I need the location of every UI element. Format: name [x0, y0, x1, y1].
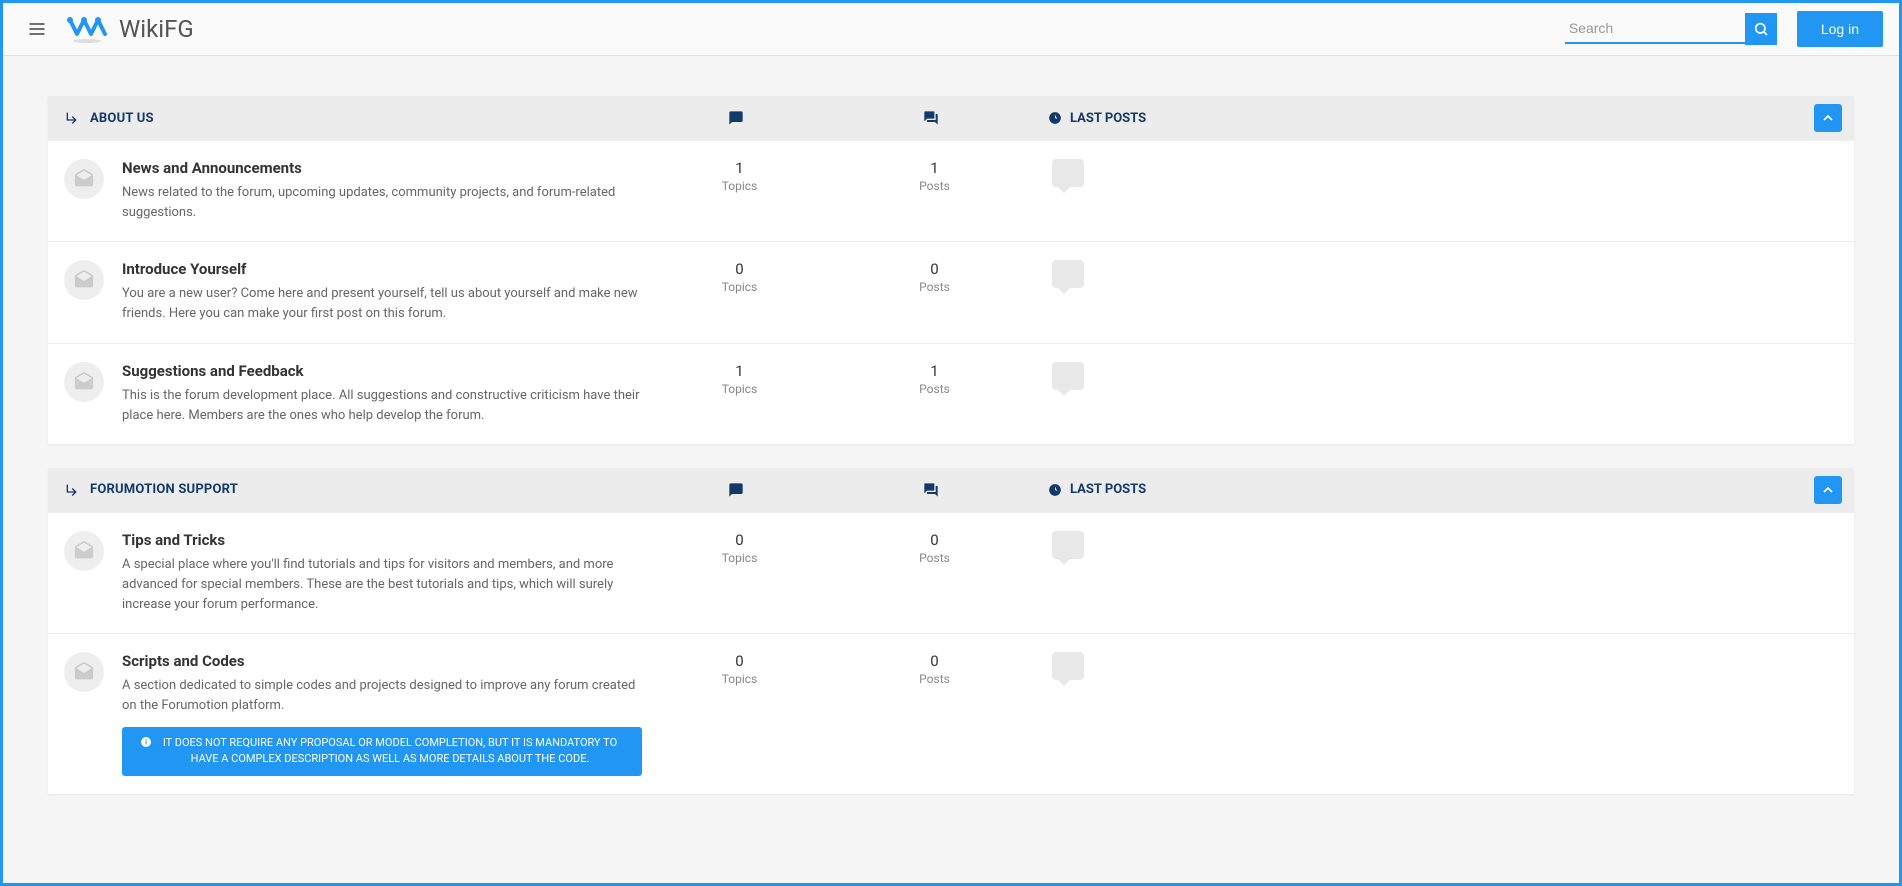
- posts-column-icon: [833, 482, 1028, 498]
- chevron-up-icon: [1820, 482, 1836, 498]
- search-input[interactable]: [1565, 14, 1745, 44]
- topics-label: Topics: [642, 179, 837, 193]
- site-title: WikiFG: [119, 15, 194, 43]
- login-button[interactable]: Log in: [1797, 11, 1883, 47]
- category-header: FORUMOTION SUPPORT LAST POSTS: [48, 468, 1854, 512]
- forum-description: News related to the forum, upcoming upda…: [122, 183, 642, 223]
- topics-stat: 1 Topics: [642, 159, 837, 223]
- last-post-col: [1032, 260, 1522, 324]
- forum-description: A section dedicated to simple codes and …: [122, 676, 642, 716]
- topics-count: 1: [642, 362, 837, 380]
- empty-bubble-icon: [1052, 652, 1084, 680]
- last-posts-column: LAST POSTS: [1028, 482, 1518, 497]
- topics-label: Topics: [642, 280, 837, 294]
- topics-count: 0: [642, 652, 837, 670]
- content: ABOUT US LAST POSTS News and Anno: [3, 56, 1899, 838]
- envelope-icon: [64, 531, 104, 571]
- forum-title[interactable]: Tips and Tricks: [122, 531, 642, 549]
- posts-stat: 0 Posts: [837, 652, 1032, 775]
- topics-column-icon: [638, 482, 833, 498]
- posts-stat: 1 Posts: [837, 362, 1032, 426]
- posts-label: Posts: [837, 280, 1032, 294]
- posts-label: Posts: [837, 672, 1032, 686]
- search-button[interactable]: [1745, 13, 1777, 45]
- collapse-button[interactable]: [1814, 104, 1842, 132]
- header: WikiFG Log in: [3, 3, 1899, 56]
- posts-count: 0: [837, 531, 1032, 549]
- posts-count: 0: [837, 260, 1032, 278]
- posts-column-icon: [833, 110, 1028, 126]
- envelope-icon: [64, 260, 104, 300]
- posts-count: 1: [837, 362, 1032, 380]
- last-post-col: [1032, 531, 1522, 615]
- clock-icon: [1048, 483, 1062, 497]
- posts-label: Posts: [837, 179, 1032, 193]
- topics-stat: 0 Topics: [642, 531, 837, 615]
- forum-notice-text: IT DOES NOT REQUIRE ANY PROPOSAL OR MODE…: [156, 735, 624, 768]
- clock-icon: [1048, 111, 1062, 125]
- category-header: ABOUT US LAST POSTS: [48, 96, 1854, 140]
- topics-count: 0: [642, 260, 837, 278]
- forum-row: Tips and Tricks A special place where yo…: [48, 512, 1854, 633]
- topics-label: Topics: [642, 672, 837, 686]
- forum-title[interactable]: News and Announcements: [122, 159, 642, 177]
- chevron-up-icon: [1820, 110, 1836, 126]
- posts-stat: 1 Posts: [837, 159, 1032, 223]
- topics-label: Topics: [642, 382, 837, 396]
- forum-row: Scripts and Codes A section dedicated to…: [48, 633, 1854, 793]
- svg-text:i: i: [145, 738, 147, 746]
- collapse-button[interactable]: [1814, 476, 1842, 504]
- search-icon: [1753, 21, 1769, 37]
- topics-count: 0: [642, 531, 837, 549]
- envelope-icon: [64, 159, 104, 199]
- empty-bubble-icon: [1052, 260, 1084, 288]
- posts-stat: 0 Posts: [837, 260, 1032, 324]
- topics-label: Topics: [642, 551, 837, 565]
- category: ABOUT US LAST POSTS News and Anno: [48, 96, 1854, 444]
- menu-icon[interactable]: [19, 11, 55, 47]
- info-icon: i: [140, 736, 152, 748]
- posts-label: Posts: [837, 382, 1032, 396]
- logo-icon: [67, 14, 109, 44]
- qa-icon: [923, 482, 939, 498]
- last-posts-label: LAST POSTS: [1070, 482, 1146, 497]
- topics-stat: 0 Topics: [642, 260, 837, 324]
- chat-icon: [728, 110, 744, 126]
- topics-column-icon: [638, 110, 833, 126]
- posts-count: 0: [837, 652, 1032, 670]
- last-posts-label: LAST POSTS: [1070, 111, 1146, 126]
- forum-notice: i IT DOES NOT REQUIRE ANY PROPOSAL OR MO…: [122, 727, 642, 776]
- topics-stat: 0 Topics: [642, 652, 837, 775]
- forum-row: Introduce Yourself You are a new user? C…: [48, 241, 1854, 342]
- category: FORUMOTION SUPPORT LAST POSTS Tip: [48, 468, 1854, 794]
- forum-description: This is the forum development place. All…: [122, 386, 642, 426]
- envelope-icon: [64, 362, 104, 402]
- posts-stat: 0 Posts: [837, 531, 1032, 615]
- qa-icon: [923, 110, 939, 126]
- last-post-col: [1032, 159, 1522, 223]
- topics-stat: 1 Topics: [642, 362, 837, 426]
- posts-label: Posts: [837, 551, 1032, 565]
- chat-icon: [728, 482, 744, 498]
- empty-bubble-icon: [1052, 159, 1084, 187]
- search-box: [1565, 13, 1777, 45]
- last-posts-column: LAST POSTS: [1028, 111, 1518, 126]
- forum-row: News and Announcements News related to t…: [48, 140, 1854, 241]
- logo[interactable]: WikiFG: [67, 14, 194, 44]
- last-post-col: [1032, 652, 1522, 775]
- last-post-col: [1032, 362, 1522, 426]
- forum-description: You are a new user? Come here and presen…: [122, 284, 642, 324]
- forum-description: A special place where you'll find tutori…: [122, 555, 642, 615]
- envelope-icon: [64, 652, 104, 692]
- forum-row: Suggestions and Feedback This is the for…: [48, 343, 1854, 444]
- forum-title[interactable]: Suggestions and Feedback: [122, 362, 642, 380]
- topics-count: 1: [642, 159, 837, 177]
- forum-title[interactable]: Introduce Yourself: [122, 260, 642, 278]
- empty-bubble-icon: [1052, 531, 1084, 559]
- forum-title[interactable]: Scripts and Codes: [122, 652, 642, 670]
- posts-count: 1: [837, 159, 1032, 177]
- empty-bubble-icon: [1052, 362, 1084, 390]
